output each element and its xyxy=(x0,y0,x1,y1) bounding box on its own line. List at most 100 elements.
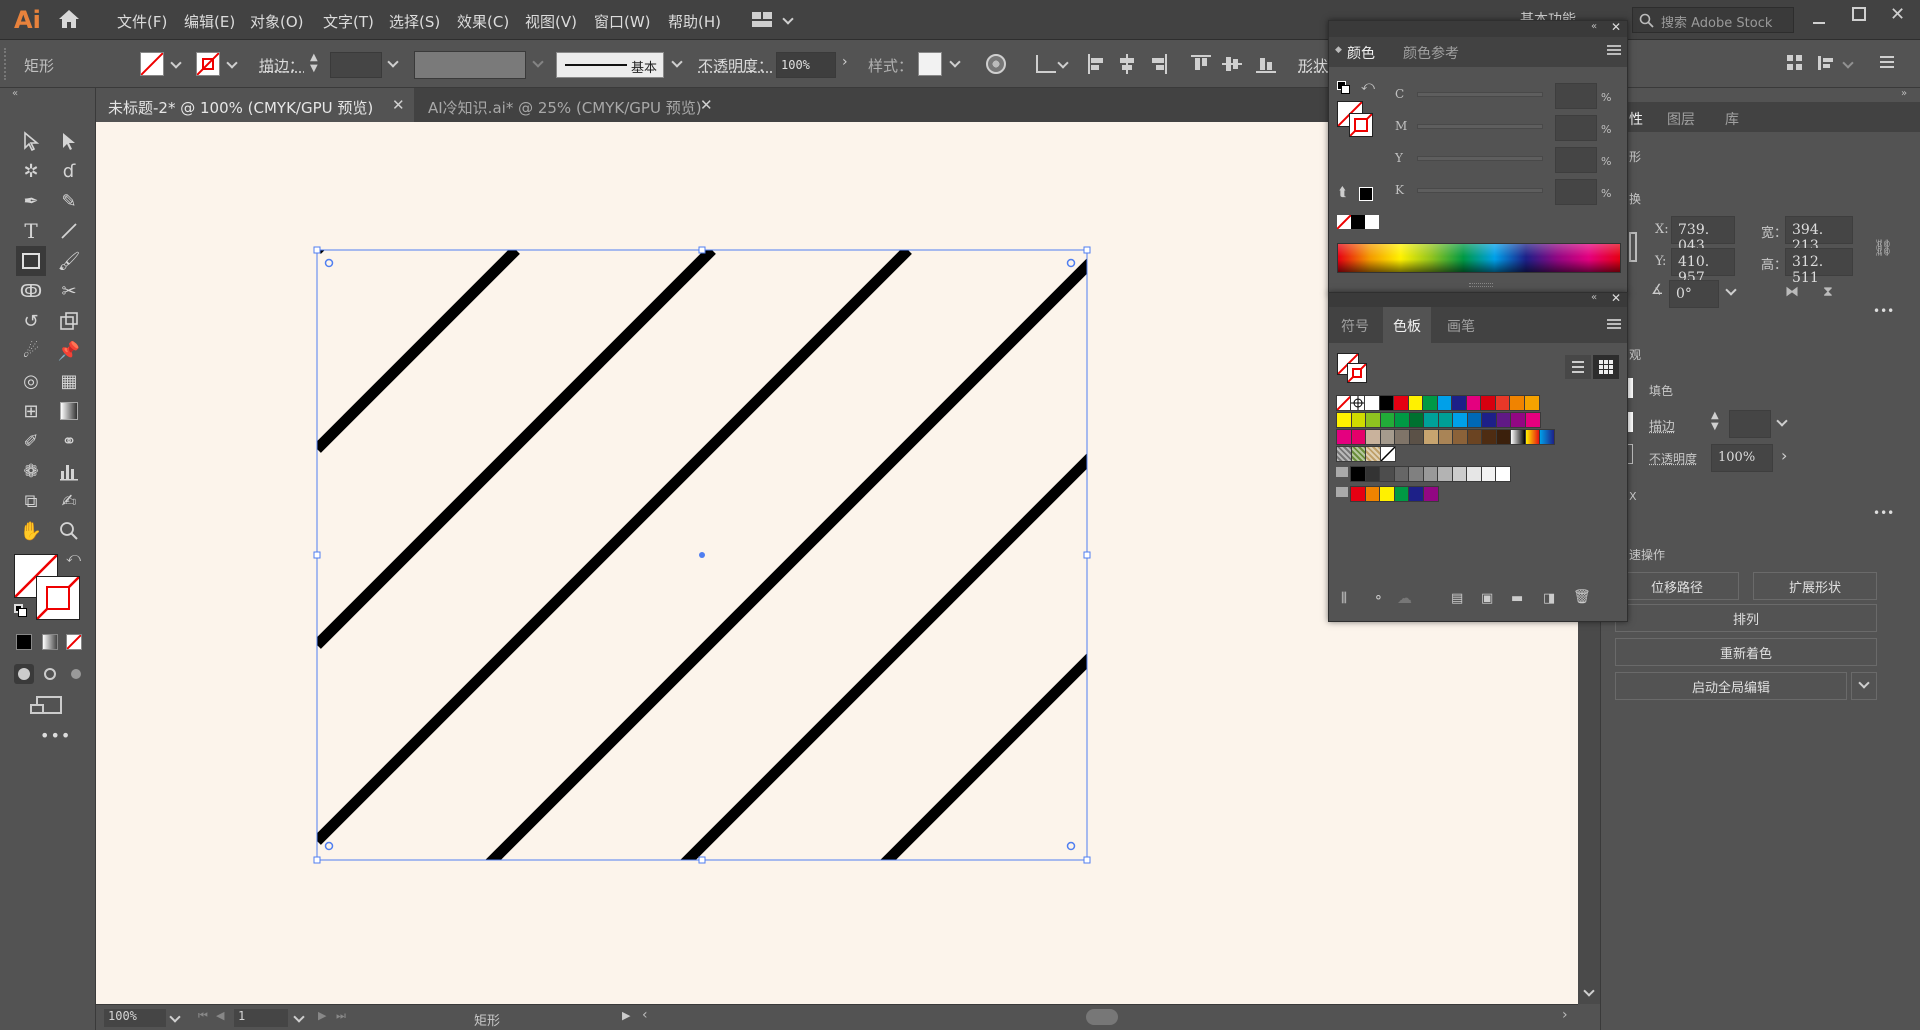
swap-fill-stroke-icon[interactable]: ⤺ xyxy=(66,550,81,566)
panel-chevron-down-icon[interactable] xyxy=(1843,58,1853,68)
align-top-icon[interactable] xyxy=(1191,54,1211,74)
stroke-stepper-icon[interactable]: ▲ ▼ xyxy=(310,52,322,76)
selection-tool-icon[interactable] xyxy=(18,128,44,154)
align-left-icon[interactable] xyxy=(1087,54,1107,74)
expand-shape-button[interactable]: 扩展形状 xyxy=(1753,572,1877,600)
artboard-tool-icon[interactable]: ⧉ xyxy=(18,488,44,514)
more-options-icon[interactable]: ••• xyxy=(1873,304,1894,318)
swap-colors-icon[interactable]: ⤺ xyxy=(1361,79,1375,94)
stroke-color-swatch[interactable] xyxy=(36,576,80,620)
maximize-icon[interactable] xyxy=(1852,7,1866,21)
angle-chevron-down-icon[interactable] xyxy=(1726,285,1736,295)
menu-effect[interactable]: 效果(C) xyxy=(457,11,509,32)
panel-menu-icon[interactable] xyxy=(1607,319,1621,329)
transform-chevron-down-icon[interactable] xyxy=(1058,58,1068,68)
reference-point-icon[interactable] xyxy=(1629,232,1637,262)
color-swatch[interactable] xyxy=(1525,412,1541,428)
stroke-weight-input[interactable] xyxy=(330,52,382,78)
new-swatch-icon[interactable]: ◨ xyxy=(1543,591,1555,606)
color-mode-swatch[interactable] xyxy=(16,634,32,650)
paintbrush-tool-icon[interactable]: 🖌 xyxy=(56,248,82,274)
blend-tool-icon[interactable]: ⚭ xyxy=(56,428,82,454)
menu-file[interactable]: 文件(F) xyxy=(117,11,167,32)
opacity-label[interactable]: 不透明度： xyxy=(698,55,773,76)
slice-tool-icon[interactable]: ✍ xyxy=(56,488,82,514)
graphic-style-swatch[interactable] xyxy=(918,52,942,76)
gray-swatch[interactable] xyxy=(1495,466,1511,482)
swatch-libraries-icon[interactable]: ⫼ xyxy=(1341,591,1347,606)
opacity-input[interactable]: 100% xyxy=(1711,444,1773,472)
black-input[interactable] xyxy=(1555,179,1597,205)
cloud-icon[interactable]: ☁ xyxy=(1397,589,1412,607)
gradient-mode-swatch[interactable] xyxy=(42,634,58,650)
draw-normal-icon[interactable] xyxy=(14,664,34,684)
panel-menu-icon[interactable] xyxy=(1818,54,1838,72)
home-icon[interactable] xyxy=(58,9,80,29)
grid-view-icon[interactable] xyxy=(1593,355,1619,379)
arrange-button[interactable]: 排列 xyxy=(1615,604,1877,632)
hscroll-left-icon[interactable]: ‹ xyxy=(642,1007,648,1023)
color-spectrum-bar[interactable] xyxy=(1337,243,1621,273)
last-artboard-icon[interactable]: ⏭ xyxy=(336,1009,346,1023)
stroke-weight-chevron-down-icon[interactable] xyxy=(1777,416,1787,426)
profile-chevron-down-icon[interactable] xyxy=(533,57,543,67)
direct-selection-tool-icon[interactable] xyxy=(56,128,82,154)
artboard-chevron-down-icon[interactable] xyxy=(294,1012,304,1022)
brush-style-box[interactable]: 基本 xyxy=(556,52,664,78)
menu-object[interactable]: 对象(O) xyxy=(250,11,304,32)
show-swatch-kinds-icon[interactable]: ▣ xyxy=(1481,591,1493,606)
next-artboard-icon[interactable]: ▶ xyxy=(318,1009,326,1022)
x-input[interactable]: 739. 043 xyxy=(1671,216,1735,244)
default-colors-icon[interactable] xyxy=(1337,81,1351,95)
menu-type[interactable]: 文字(T) xyxy=(323,11,374,32)
mesh-tool-icon[interactable]: ⊞ xyxy=(18,398,44,424)
horizontal-scroll-thumb[interactable] xyxy=(1086,1009,1118,1025)
black-slider[interactable] xyxy=(1417,188,1543,193)
flip-horizontal-icon[interactable]: ⧓ xyxy=(1785,284,1799,300)
stroke-none-swatch[interactable] xyxy=(196,52,220,76)
magic-wand-tool-icon[interactable]: ✲ xyxy=(18,158,44,184)
height-input[interactable]: 312. 511 xyxy=(1785,248,1853,276)
opacity-label[interactable]: 不透明度 xyxy=(1649,450,1697,467)
folder-icon[interactable] xyxy=(1336,487,1348,497)
prev-artboard-icon[interactable]: ◀ xyxy=(216,1009,224,1022)
width-input[interactable]: 394. 213 xyxy=(1785,216,1853,244)
cyan-slider[interactable] xyxy=(1417,92,1543,97)
tab-symbols[interactable]: 符号 xyxy=(1341,316,1369,336)
stock-search-input[interactable]: 搜索 Adobe Stock xyxy=(1632,7,1794,33)
first-artboard-icon[interactable]: ⏮ xyxy=(198,1009,208,1023)
stroke-label[interactable]: 描边 xyxy=(1649,416,1675,435)
quick-black-swatch[interactable] xyxy=(1351,215,1365,229)
status-menu-arrow-icon[interactable]: ▶ xyxy=(622,1009,630,1022)
symbol-sprayer-tool-icon[interactable]: ❁ xyxy=(18,458,44,484)
recolor-button[interactable]: 重新着色 xyxy=(1615,638,1877,666)
stroke-dropdown-chevron-down-icon[interactable] xyxy=(227,58,237,68)
quick-none-swatch[interactable] xyxy=(1337,215,1351,229)
collapse-arrows-icon[interactable]: « xyxy=(12,88,18,99)
new-color-group-icon[interactable]: ▬ xyxy=(1511,591,1523,606)
close-tab-icon[interactable]: ✕ xyxy=(392,96,405,114)
arrange-grid-icon[interactable] xyxy=(1786,54,1804,72)
flip-vertical-icon[interactable]: ⧗ xyxy=(1823,284,1833,300)
gamut-color-swatch[interactable] xyxy=(1359,187,1373,201)
close-tab-icon[interactable]: ✕ xyxy=(700,96,713,114)
opacity-arrow-icon[interactable]: › xyxy=(1781,446,1787,465)
panel-menu-icon[interactable] xyxy=(1607,45,1621,55)
pen-tool-icon[interactable]: ✒ xyxy=(18,188,44,214)
style-chevron-down-icon[interactable] xyxy=(950,57,960,67)
scroll-down-chevron-down-icon[interactable] xyxy=(1584,986,1594,996)
close-panel-icon[interactable]: ✕ xyxy=(1611,291,1621,305)
list-view-icon[interactable] xyxy=(1565,355,1591,379)
transform-icon[interactable] xyxy=(1036,55,1056,73)
menu-edit[interactable]: 编辑(E) xyxy=(184,11,235,32)
magenta-slider[interactable] xyxy=(1417,124,1543,129)
draw-behind-icon[interactable] xyxy=(40,664,60,684)
menu-help[interactable]: 帮助(H) xyxy=(668,11,721,32)
type-tool-icon[interactable]: T xyxy=(18,218,44,244)
gradient-swatch[interactable] xyxy=(1539,429,1555,445)
menu-view[interactable]: 视图(V) xyxy=(525,11,577,32)
scissors-tool-icon[interactable]: ✂ xyxy=(56,278,82,304)
cyan-input[interactable] xyxy=(1555,83,1597,109)
close-panel-icon[interactable]: ✕ xyxy=(1611,20,1621,34)
trash-icon[interactable]: 🗑 xyxy=(1573,589,1591,605)
